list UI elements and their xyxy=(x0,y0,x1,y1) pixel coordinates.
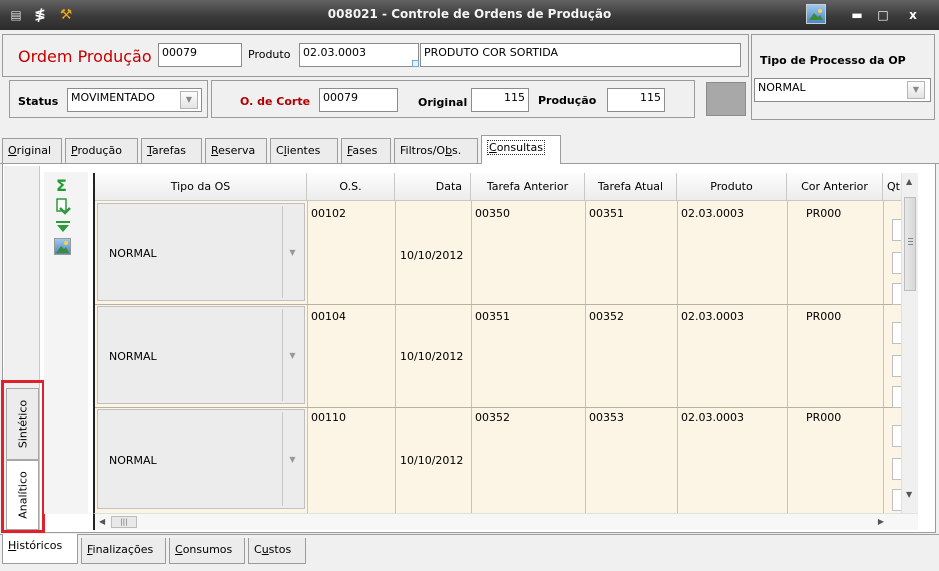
cell-tipo-os: NORMAL xyxy=(109,247,157,260)
highlight-box xyxy=(1,380,45,533)
col-separator xyxy=(787,201,788,513)
row-separator xyxy=(95,407,918,408)
tab-fases[interactable]: Fases xyxy=(341,138,391,163)
produto-label: Produto xyxy=(248,48,291,61)
col-header-os[interactable]: O.S. xyxy=(307,173,395,201)
cell-cor-anterior[interactable]: PR000 xyxy=(806,310,841,323)
scroll-left-icon[interactable]: ◀ xyxy=(99,517,105,526)
tab-tarefas[interactable]: Tarefas xyxy=(141,138,202,163)
cell-tarefa-anterior[interactable]: 00352 xyxy=(475,411,510,424)
col-header-data[interactable]: Data xyxy=(395,173,471,201)
col-header-tarefa-atual[interactable]: Tarefa Atual xyxy=(585,173,677,201)
chevron-down-icon[interactable]: ▼ xyxy=(180,91,198,109)
original-input[interactable]: 115 xyxy=(471,88,529,112)
vertical-scrollbar[interactable]: ▲ ▼ xyxy=(901,173,918,513)
tab-finalizacoes[interactable]: Finalizações xyxy=(81,538,166,564)
cell-tarefa-atual[interactable]: 00353 xyxy=(589,411,624,424)
produto-desc-input[interactable]: PRODUTO COR SORTIDA xyxy=(420,43,741,67)
export-icon[interactable] xyxy=(55,198,71,219)
col-separator xyxy=(585,201,586,513)
chevron-down-icon: ▼ xyxy=(282,206,302,298)
cell-os[interactable]: 00104 xyxy=(311,310,346,323)
tab-producao[interactable]: Produção xyxy=(65,138,138,163)
cell-produto[interactable]: 02.03.0003 xyxy=(681,411,744,424)
tipo-processo-panel xyxy=(751,34,935,120)
hscroll-thumb[interactable]: ||| xyxy=(111,516,137,528)
maximize-button[interactable]: □ xyxy=(872,6,894,24)
tab-original[interactable]: Original xyxy=(2,138,62,163)
tab-consultas[interactable]: Consultas xyxy=(481,135,561,164)
cell-tarefa-anterior[interactable]: 00350 xyxy=(475,207,510,220)
produto-code-input[interactable]: 02.03.0003 xyxy=(299,43,419,67)
ordem-input[interactable]: 00079 xyxy=(158,43,242,67)
image-icon[interactable] xyxy=(54,238,71,255)
col-header-tipo-os[interactable]: Tipo da OS xyxy=(95,173,307,201)
tab-clientes[interactable]: Clientes xyxy=(270,138,338,163)
cell-cor-anterior[interactable]: PR000 xyxy=(806,207,841,220)
tab-reserva[interactable]: Reserva xyxy=(205,138,267,163)
filter-icon[interactable] xyxy=(55,220,71,237)
tab-consumos[interactable]: Consumos xyxy=(169,538,245,564)
col-separator xyxy=(883,201,884,513)
row-separator xyxy=(95,304,918,305)
producao-label: Produção xyxy=(538,94,597,107)
cell-data[interactable]: 10/10/2012 xyxy=(400,454,463,467)
corte-label: O. de Corte xyxy=(240,95,311,108)
col-header-tarefa-anterior[interactable]: Tarefa Anterior xyxy=(471,173,585,201)
producao-input[interactable]: 115 xyxy=(607,88,665,112)
title-bar: ▤ ≸ ⚒ 008021 - Controle de Ordens de Pro… xyxy=(0,0,939,30)
cell-tarefa-atual[interactable]: 00352 xyxy=(589,310,624,323)
scroll-right-icon[interactable]: ▶ xyxy=(878,517,884,526)
chevron-down-icon: ▼ xyxy=(282,309,302,401)
original-label: Original xyxy=(418,96,468,109)
bottom-tab-line xyxy=(0,534,939,535)
cell-tipo-os: NORMAL xyxy=(109,350,157,363)
scroll-up-icon[interactable]: ▲ xyxy=(906,177,912,186)
cell-tipo-os: NORMAL xyxy=(109,454,157,467)
tab-historicos[interactable]: Históricos xyxy=(2,534,78,564)
tipo-processo-select[interactable]: NORMAL xyxy=(754,78,931,102)
cell-produto[interactable]: 02.03.0003 xyxy=(681,310,744,323)
scroll-down-icon[interactable]: ▼ xyxy=(906,490,912,499)
close-button[interactable]: x xyxy=(902,6,924,24)
scroll-thumb[interactable] xyxy=(904,197,916,291)
cell-tarefa-atual[interactable]: 00351 xyxy=(589,207,624,220)
window-title: 008021 - Controle de Ordens de Produção xyxy=(327,7,612,21)
cell-cor-anterior[interactable]: PR000 xyxy=(806,411,841,424)
horizontal-scrollbar[interactable]: ◀ ||| ▶ xyxy=(93,513,918,530)
cell-tarefa-anterior[interactable]: 00351 xyxy=(475,310,510,323)
sum-icon[interactable]: Σ xyxy=(56,178,67,194)
consultas-grid: Tipo da OS O.S. Data Tarefa Anterior Tar… xyxy=(93,173,918,513)
col-separator xyxy=(307,201,308,513)
tab-custos[interactable]: Custos xyxy=(248,538,306,564)
lookup-icon[interactable] xyxy=(412,60,419,67)
tab-filtros-obs[interactable]: Filtros/Obs. xyxy=(394,138,478,163)
cell-data[interactable]: 10/10/2012 xyxy=(400,249,463,262)
col-separator xyxy=(677,201,678,513)
chevron-down-icon[interactable]: ▼ xyxy=(907,81,925,99)
status-label: Status xyxy=(18,95,59,108)
col-header-cor-anterior[interactable]: Cor Anterior xyxy=(787,173,883,201)
minimize-button[interactable]: ▬ xyxy=(846,6,868,24)
cell-data[interactable]: 10/10/2012 xyxy=(400,350,463,363)
cell-os[interactable]: 00110 xyxy=(311,411,346,424)
picture-icon[interactable] xyxy=(806,4,826,24)
col-separator xyxy=(395,201,396,513)
corte-input[interactable]: 00079 xyxy=(319,88,398,112)
cell-os[interactable]: 00102 xyxy=(311,207,346,220)
ordem-label: Ordem Produção xyxy=(18,47,152,66)
chevron-down-icon: ▼ xyxy=(282,412,302,506)
tipo-processo-label: Tipo de Processo da OP xyxy=(760,54,906,67)
col-header-produto[interactable]: Produto xyxy=(677,173,787,201)
cell-produto[interactable]: 02.03.0003 xyxy=(681,207,744,220)
col-separator xyxy=(471,201,472,513)
color-swatch[interactable] xyxy=(706,82,746,116)
